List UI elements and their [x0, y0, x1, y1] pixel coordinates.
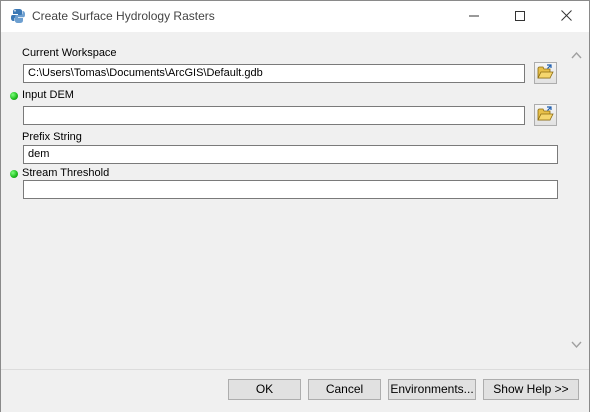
- current-workspace-browse-button[interactable]: [534, 62, 557, 84]
- stream-threshold-input[interactable]: [23, 180, 558, 199]
- required-indicator-icon: [10, 92, 18, 100]
- minimize-icon: [469, 10, 479, 24]
- show-help-button[interactable]: Show Help >>: [483, 379, 579, 400]
- python-script-tool-icon: [10, 8, 26, 24]
- maximize-button[interactable]: [497, 1, 543, 32]
- prefix-string-input[interactable]: dem: [23, 145, 558, 164]
- parameters-panel: Current Workspace C:\Users\Tomas\Documen…: [4, 33, 567, 368]
- ok-button[interactable]: OK: [228, 379, 301, 400]
- close-icon: [560, 9, 572, 24]
- open-folder-icon: [537, 64, 554, 82]
- current-workspace-label: Current Workspace: [22, 47, 117, 59]
- dialog-footer: OK Cancel Environments... Show Help >>: [1, 369, 589, 412]
- window-title: Create Surface Hydrology Rasters: [32, 9, 215, 23]
- minimize-button[interactable]: [451, 1, 497, 32]
- current-workspace-input[interactable]: C:\Users\Tomas\Documents\ArcGIS\Default.…: [23, 64, 525, 83]
- close-button[interactable]: [543, 1, 589, 32]
- input-dem-input[interactable]: [23, 106, 525, 125]
- required-indicator-icon: [10, 170, 18, 178]
- prefix-string-label: Prefix String: [22, 131, 82, 143]
- stream-threshold-label: Stream Threshold: [22, 167, 110, 179]
- maximize-icon: [515, 10, 525, 24]
- environments-button[interactable]: Environments...: [388, 379, 476, 400]
- cancel-button[interactable]: Cancel: [308, 379, 381, 400]
- chevron-up-icon[interactable]: [570, 49, 583, 62]
- title-bar[interactable]: Create Surface Hydrology Rasters: [1, 1, 589, 32]
- open-folder-icon: [537, 106, 554, 124]
- chevron-down-icon[interactable]: [570, 338, 583, 351]
- input-dem-browse-button[interactable]: [534, 104, 557, 126]
- tool-dialog-window: Create Surface Hydrology Rasters Current…: [0, 0, 590, 412]
- input-dem-label: Input DEM: [22, 89, 74, 101]
- parameters-area: Current Workspace C:\Users\Tomas\Documen…: [4, 33, 586, 368]
- vertical-scrollbar[interactable]: [567, 33, 586, 368]
